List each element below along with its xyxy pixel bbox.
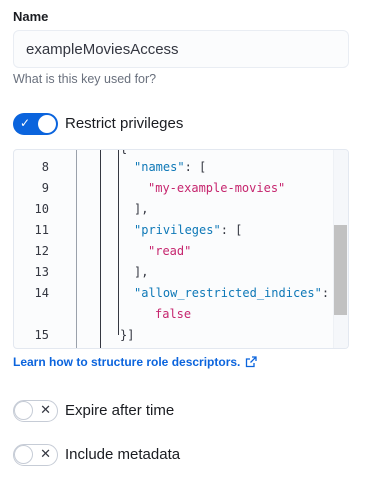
name-label: Name <box>13 9 49 24</box>
json-punct: ], <box>134 202 149 216</box>
json-punct: : [ <box>184 160 207 174</box>
line-number: 14 <box>34 286 49 300</box>
json-punct: ], <box>134 265 149 279</box>
code-line: "privileges": [ <box>134 223 242 237</box>
code-line: "names": [ <box>134 160 206 174</box>
toggle-knob <box>14 401 33 420</box>
line-number: 10 <box>34 202 49 216</box>
json-punct: : [ <box>220 223 243 237</box>
line-number: 9 <box>41 181 49 195</box>
line-number: 8 <box>41 160 49 174</box>
json-punct: : <box>321 286 330 300</box>
json-string: "my-example-movies" <box>148 181 286 195</box>
toggle-knob <box>37 114 57 134</box>
line-number: 15 <box>34 328 49 342</box>
external-link-icon <box>246 356 258 368</box>
toggle-knob <box>14 445 33 464</box>
include-metadata-toggle[interactable]: ✕ <box>13 444 58 466</box>
role-descriptors-docs-link[interactable]: Learn how to structure role descriptors. <box>13 355 258 369</box>
name-help-text: What is this key used for? <box>13 72 157 86</box>
line-number: 13 <box>34 265 49 279</box>
json-key: "allow_restricted_indices" <box>134 286 322 300</box>
close-icon: ✕ <box>40 446 51 461</box>
restrict-privileges-toggle[interactable]: ✓ <box>13 113 58 135</box>
close-icon: ✕ <box>40 402 51 417</box>
indent-guide <box>118 150 119 335</box>
indent-guide <box>100 150 101 348</box>
name-input[interactable] <box>13 30 349 68</box>
check-icon: ✓ <box>20 116 31 130</box>
json-punct: }] <box>120 328 135 342</box>
editor-scrollbar-thumb[interactable] <box>334 225 347 315</box>
json-key: "privileges" <box>134 223 221 237</box>
code-fragment: { <box>120 150 127 155</box>
json-boolean: false <box>155 307 192 321</box>
expire-after-time-label: Expire after time <box>65 402 175 419</box>
editor-scrollbar[interactable] <box>333 150 348 348</box>
role-descriptors-editor[interactable]: { 8 "names": [ 9 "my-example-movies" 10 … <box>13 149 349 349</box>
restrict-privileges-label: Restrict privileges <box>65 115 184 132</box>
json-key: "names" <box>134 160 185 174</box>
code-line: "allow_restricted_indices": <box>134 286 329 300</box>
json-string: "read" <box>148 244 192 258</box>
line-number: 11 <box>34 223 49 237</box>
line-number: 12 <box>34 244 49 258</box>
include-metadata-label: Include metadata <box>65 446 181 463</box>
expire-after-time-toggle[interactable]: ✕ <box>13 400 58 422</box>
editor-gutter-divider <box>76 150 77 348</box>
link-text: Learn how to structure role descriptors. <box>13 355 241 369</box>
